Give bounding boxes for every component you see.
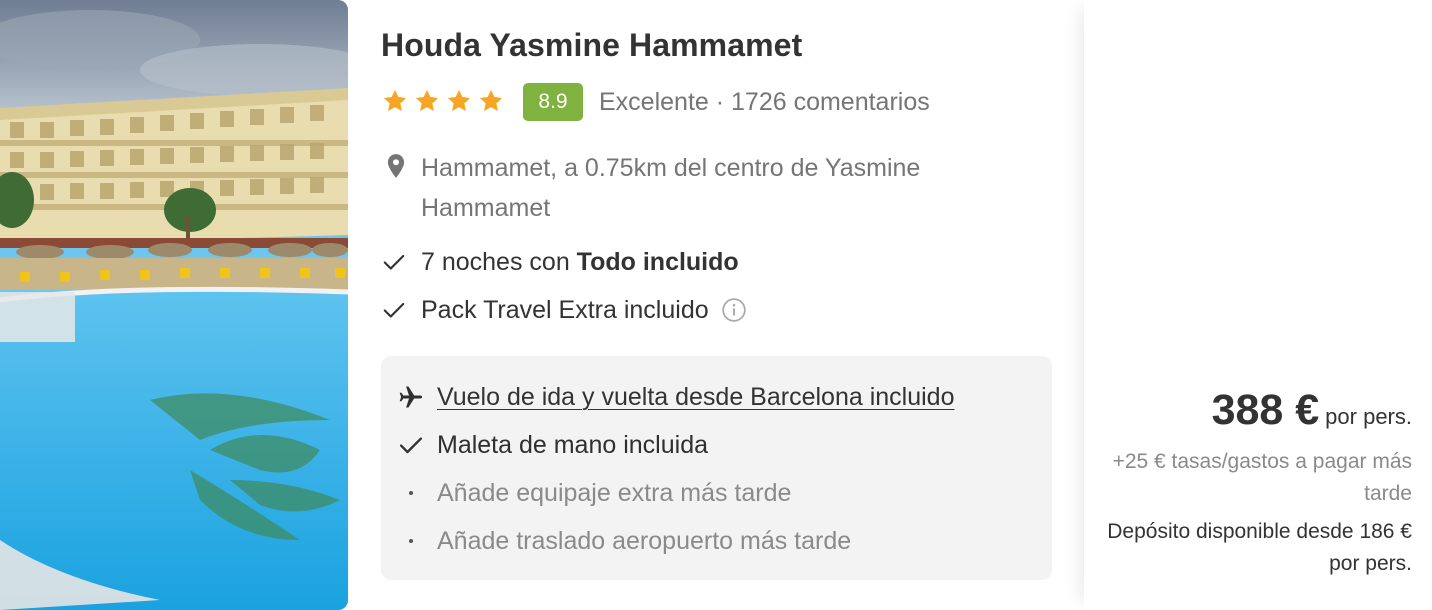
hotel-name[interactable]: Houda Yasmine Hammamet: [381, 27, 802, 64]
pack-feature: Pack Travel Extra incluido: [381, 290, 747, 330]
location-row: Hammamet, a 0.75km del centro de Yasmine…: [381, 148, 1021, 228]
price-amount: 388 €: [1211, 386, 1320, 434]
nights-text: 7 noches con: [421, 247, 577, 276]
rating-row: 8.9 Excelente · 1726 comentarios: [381, 82, 930, 122]
taxes-note: +25 € tasas/gastos a pagar más tarde: [1112, 450, 1412, 505]
location-text: Hammamet, a 0.75km del centro de Yasmine…: [421, 154, 921, 222]
extra-luggage-row: Añade equipaje extra más tarde: [397, 473, 791, 513]
hotel-photo[interactable]: [0, 0, 348, 610]
board-feature: 7 noches con Todo incluido: [381, 242, 739, 282]
star-icon: [415, 89, 439, 112]
transfer-text: Añade traslado aeropuerto más tarde: [437, 526, 852, 555]
bullet-icon: [397, 479, 425, 507]
price-line: 388 € por pers.: [1212, 386, 1412, 435]
rating-summary[interactable]: Excelente · 1726 comentarios: [599, 88, 930, 117]
star-icon: [383, 89, 407, 112]
hand-luggage-text: Maleta de mano incluida: [437, 430, 708, 459]
board-type: Todo incluido: [576, 247, 739, 276]
score-badge: 8.9: [523, 83, 583, 121]
deposit-note: Depósito disponible desde 186 € por pers…: [1107, 520, 1412, 575]
flight-row: Vuelo de ida y vuelta desde Barcelona in…: [397, 377, 954, 417]
flight-details-box: Vuelo de ida y vuelta desde Barcelona in…: [381, 356, 1052, 580]
hotel-stars: [381, 87, 505, 115]
hand-luggage-row: Maleta de mano incluida: [397, 425, 708, 465]
bullet-icon: [397, 527, 425, 555]
pack-text: Pack Travel Extra incluido: [421, 295, 709, 324]
check-icon: [399, 437, 423, 454]
check-icon: [383, 302, 405, 318]
hotel-result-card[interactable]: Houda Yasmine Hammamet 8.9 Excelente · 1…: [0, 0, 1432, 610]
info-icon[interactable]: [721, 297, 747, 323]
hotel-info: Houda Yasmine Hammamet 8.9 Excelente · 1…: [381, 0, 1061, 610]
transfer-row: Añade traslado aeropuerto más tarde: [397, 521, 851, 561]
plane-icon: [399, 386, 423, 408]
location-pin-icon: [387, 154, 405, 178]
flight-link[interactable]: Vuelo de ida y vuelta desde Barcelona in…: [437, 383, 954, 412]
extra-luggage-text: Añade equipaje extra más tarde: [437, 478, 792, 507]
hotel-photo-illustration: [0, 0, 348, 610]
star-icon: [447, 89, 471, 112]
price-per-person: por pers.: [1325, 404, 1412, 429]
price-panel[interactable]: 388 € por pers. +25 € tasas/gastos a pag…: [1084, 0, 1432, 610]
star-icon: [479, 89, 503, 112]
check-icon: [383, 254, 405, 270]
